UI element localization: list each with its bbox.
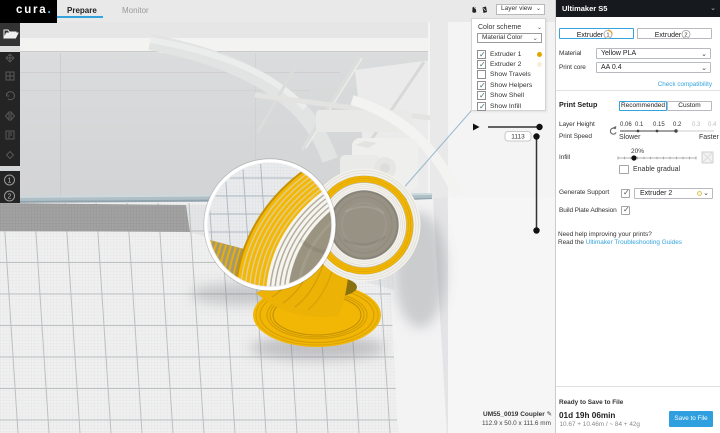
svg-text:0.1: 0.1 bbox=[635, 122, 644, 128]
svg-text:0.06: 0.06 bbox=[620, 122, 632, 128]
svg-text:0.2: 0.2 bbox=[673, 122, 682, 128]
svg-text:0.15: 0.15 bbox=[653, 122, 665, 128]
svg-text:Faster: Faster bbox=[699, 134, 720, 141]
svg-text:1113: 1113 bbox=[511, 134, 525, 141]
svg-text:Extruder: Extruder bbox=[577, 32, 604, 39]
svg-text:0.3: 0.3 bbox=[692, 122, 701, 128]
svg-text:Extruder: Extruder bbox=[655, 32, 682, 39]
svg-text:2: 2 bbox=[8, 194, 12, 201]
svg-text:1: 1 bbox=[606, 32, 609, 38]
svg-text:0.4: 0.4 bbox=[708, 122, 717, 128]
svg-text:1: 1 bbox=[8, 178, 12, 185]
svg-text:Slower: Slower bbox=[619, 134, 641, 141]
svg-text:20%: 20% bbox=[631, 148, 644, 155]
svg-text:2: 2 bbox=[684, 32, 687, 38]
